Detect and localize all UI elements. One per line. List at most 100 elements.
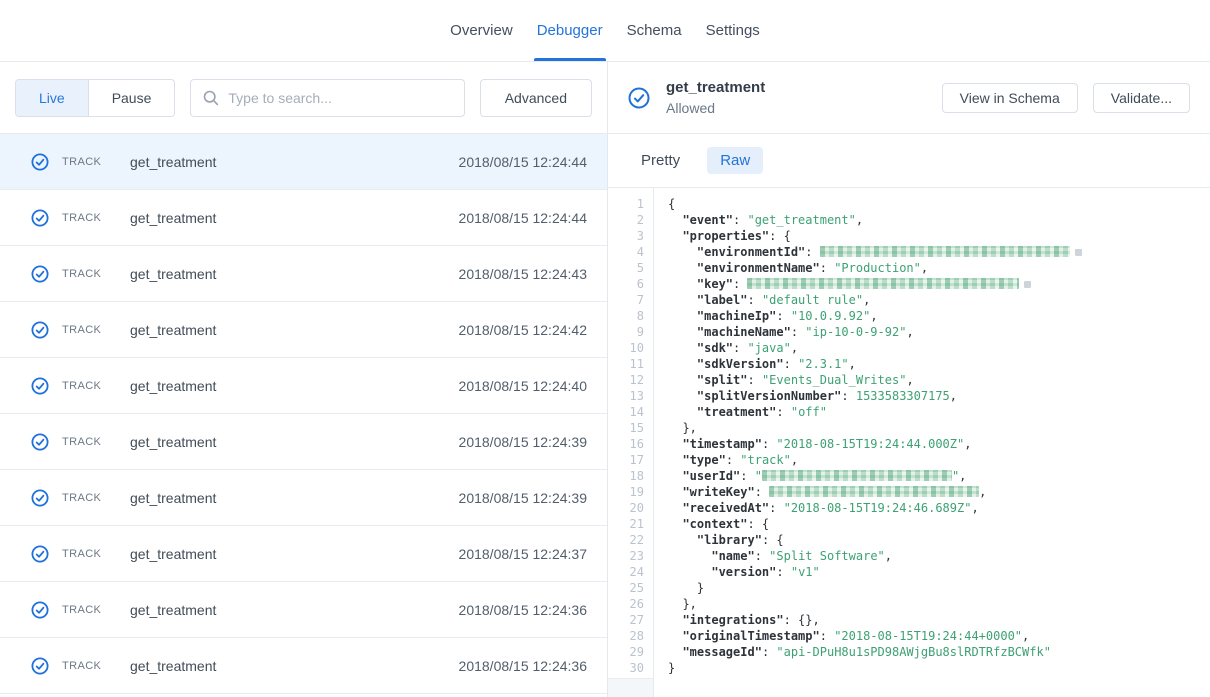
search-box[interactable] — [190, 79, 464, 117]
advanced-button[interactable]: Advanced — [480, 79, 592, 117]
json-key: "context" — [682, 517, 747, 531]
code-line: { — [668, 196, 1210, 212]
line-number: 6 — [608, 276, 653, 292]
raw-json-viewer[interactable]: 1234567891011121314151617181920212223242… — [608, 188, 1210, 697]
json-punctuation: , — [856, 213, 863, 227]
line-number: 4 — [608, 244, 653, 260]
redacted-value — [820, 246, 1070, 257]
check-circle-icon — [31, 377, 49, 395]
line-number: 8 — [608, 308, 653, 324]
validate-button[interactable]: Validate... — [1093, 83, 1190, 113]
live-button[interactable]: Live — [16, 80, 89, 116]
json-value: "api-DPuH8u1sPD98AWjgBu8slRDTRfzBCWfk" — [776, 645, 1051, 659]
json-key: "machineIp" — [697, 309, 776, 323]
line-number: 12 — [608, 372, 653, 388]
check-circle-icon — [31, 153, 49, 171]
json-punctuation: , — [971, 501, 978, 515]
event-row[interactable]: TRACKget_treatment2018/08/15 12:24:39 — [0, 470, 607, 526]
event-row[interactable]: TRACKget_treatment2018/08/15 12:24:43 — [0, 246, 607, 302]
json-punctuation: , — [1022, 629, 1029, 643]
json-value: " — [755, 469, 762, 483]
json-punctuation: : — [776, 565, 790, 579]
json-key: "split" — [697, 373, 748, 387]
tab-schema[interactable]: Schema — [626, 0, 683, 61]
json-punctuation: , — [870, 309, 877, 323]
event-timestamp: 2018/08/15 12:24:39 — [459, 490, 587, 506]
event-row[interactable]: TRACKget_treatment2018/08/15 12:24:39 — [0, 414, 607, 470]
code-line: "properties": { — [668, 228, 1210, 244]
code-line: "sdkVersion": "2.3.1", — [668, 356, 1210, 372]
code-line: "machineIp": "10.0.9.92", — [668, 308, 1210, 324]
code-content: { "event": "get_treatment", "properties"… — [654, 188, 1210, 697]
event-timestamp: 2018/08/15 12:24:43 — [459, 266, 587, 282]
json-punctuation: : — [841, 389, 855, 403]
event-row[interactable]: TRACKget_treatment2018/08/15 12:24:44 — [0, 134, 607, 190]
search-input[interactable] — [228, 90, 451, 106]
redacted-value — [747, 278, 1019, 289]
json-punctuation: : — [791, 325, 805, 339]
pause-button[interactable]: Pause — [89, 80, 175, 116]
code-line: }, — [668, 420, 1210, 436]
event-name: get_treatment — [130, 490, 459, 506]
json-punctuation: , — [849, 357, 856, 371]
event-row[interactable]: TRACKget_treatment2018/08/15 12:24:36 — [0, 638, 607, 694]
event-row[interactable]: TRACKget_treatment2018/08/15 12:24:40 — [0, 358, 607, 414]
tab-raw[interactable]: Raw — [707, 147, 763, 174]
code-line: "splitVersionNumber": 1533583307175, — [668, 388, 1210, 404]
code-line: "integrations": {}, — [668, 612, 1210, 628]
event-timestamp: 2018/08/15 12:24:40 — [459, 378, 587, 394]
json-key: "sdkVersion" — [697, 357, 784, 371]
code-line: "timestamp": "2018-08-15T19:24:44.000Z", — [668, 436, 1210, 452]
json-punctuation — [668, 517, 682, 531]
event-type-label: TRACK — [62, 660, 130, 672]
code-line: "split": "Events_Dual_Writes", — [668, 372, 1210, 388]
event-name: get_treatment — [130, 434, 459, 450]
json-punctuation — [668, 293, 697, 307]
json-punctuation: : — [733, 277, 747, 291]
view-in-schema-button[interactable]: View in Schema — [942, 83, 1078, 113]
json-punctuation: { — [668, 197, 675, 211]
line-number: 2 — [608, 212, 653, 228]
json-punctuation: : { — [747, 517, 769, 531]
json-value: "Events_Dual_Writes" — [762, 373, 907, 387]
json-key: "machineName" — [697, 325, 791, 339]
check-circle-icon — [31, 433, 49, 451]
json-punctuation: }, — [668, 421, 697, 435]
tab-settings[interactable]: Settings — [705, 0, 761, 61]
json-key: "version" — [711, 565, 776, 579]
json-key: "type" — [682, 453, 725, 467]
tab-pretty[interactable]: Pretty — [628, 147, 693, 174]
event-list[interactable]: TRACKget_treatment2018/08/15 12:24:44TRA… — [0, 134, 607, 697]
json-punctuation: : — [755, 485, 769, 499]
code-line: }, — [668, 596, 1210, 612]
line-number: 21 — [608, 516, 653, 532]
json-punctuation — [668, 213, 682, 227]
json-punctuation — [668, 501, 682, 515]
event-row[interactable]: TRACKget_treatment2018/08/15 12:24:37 — [0, 526, 607, 582]
check-circle-icon — [31, 209, 49, 227]
json-punctuation — [668, 389, 697, 403]
code-line: "type": "track", — [668, 452, 1210, 468]
line-number: 16 — [608, 436, 653, 452]
tab-overview[interactable]: Overview — [449, 0, 514, 61]
line-number: 27 — [608, 612, 653, 628]
allowed-check-circle-icon — [628, 87, 650, 109]
event-type-label: TRACK — [62, 380, 130, 392]
search-icon — [203, 90, 219, 106]
event-name: get_treatment — [130, 210, 459, 226]
event-timestamp: 2018/08/15 12:24:44 — [459, 210, 587, 226]
event-timestamp: 2018/08/15 12:24:37 — [459, 546, 587, 562]
event-row[interactable]: TRACKget_treatment2018/08/15 12:24:44 — [0, 190, 607, 246]
json-punctuation — [668, 453, 682, 467]
json-key: "label" — [697, 293, 748, 307]
json-punctuation: , — [950, 389, 957, 403]
event-row[interactable]: TRACKget_treatment2018/08/15 12:24:42 — [0, 302, 607, 358]
event-row[interactable]: TRACKget_treatment2018/08/15 12:24:36 — [0, 582, 607, 638]
json-key: "environmentId" — [697, 245, 805, 259]
json-punctuation: , — [791, 341, 798, 355]
code-line: "library": { — [668, 532, 1210, 548]
tab-debugger[interactable]: Debugger — [536, 0, 604, 61]
json-value: "default rule" — [762, 293, 863, 307]
json-value: "track" — [740, 453, 791, 467]
json-punctuation: , — [791, 453, 798, 467]
